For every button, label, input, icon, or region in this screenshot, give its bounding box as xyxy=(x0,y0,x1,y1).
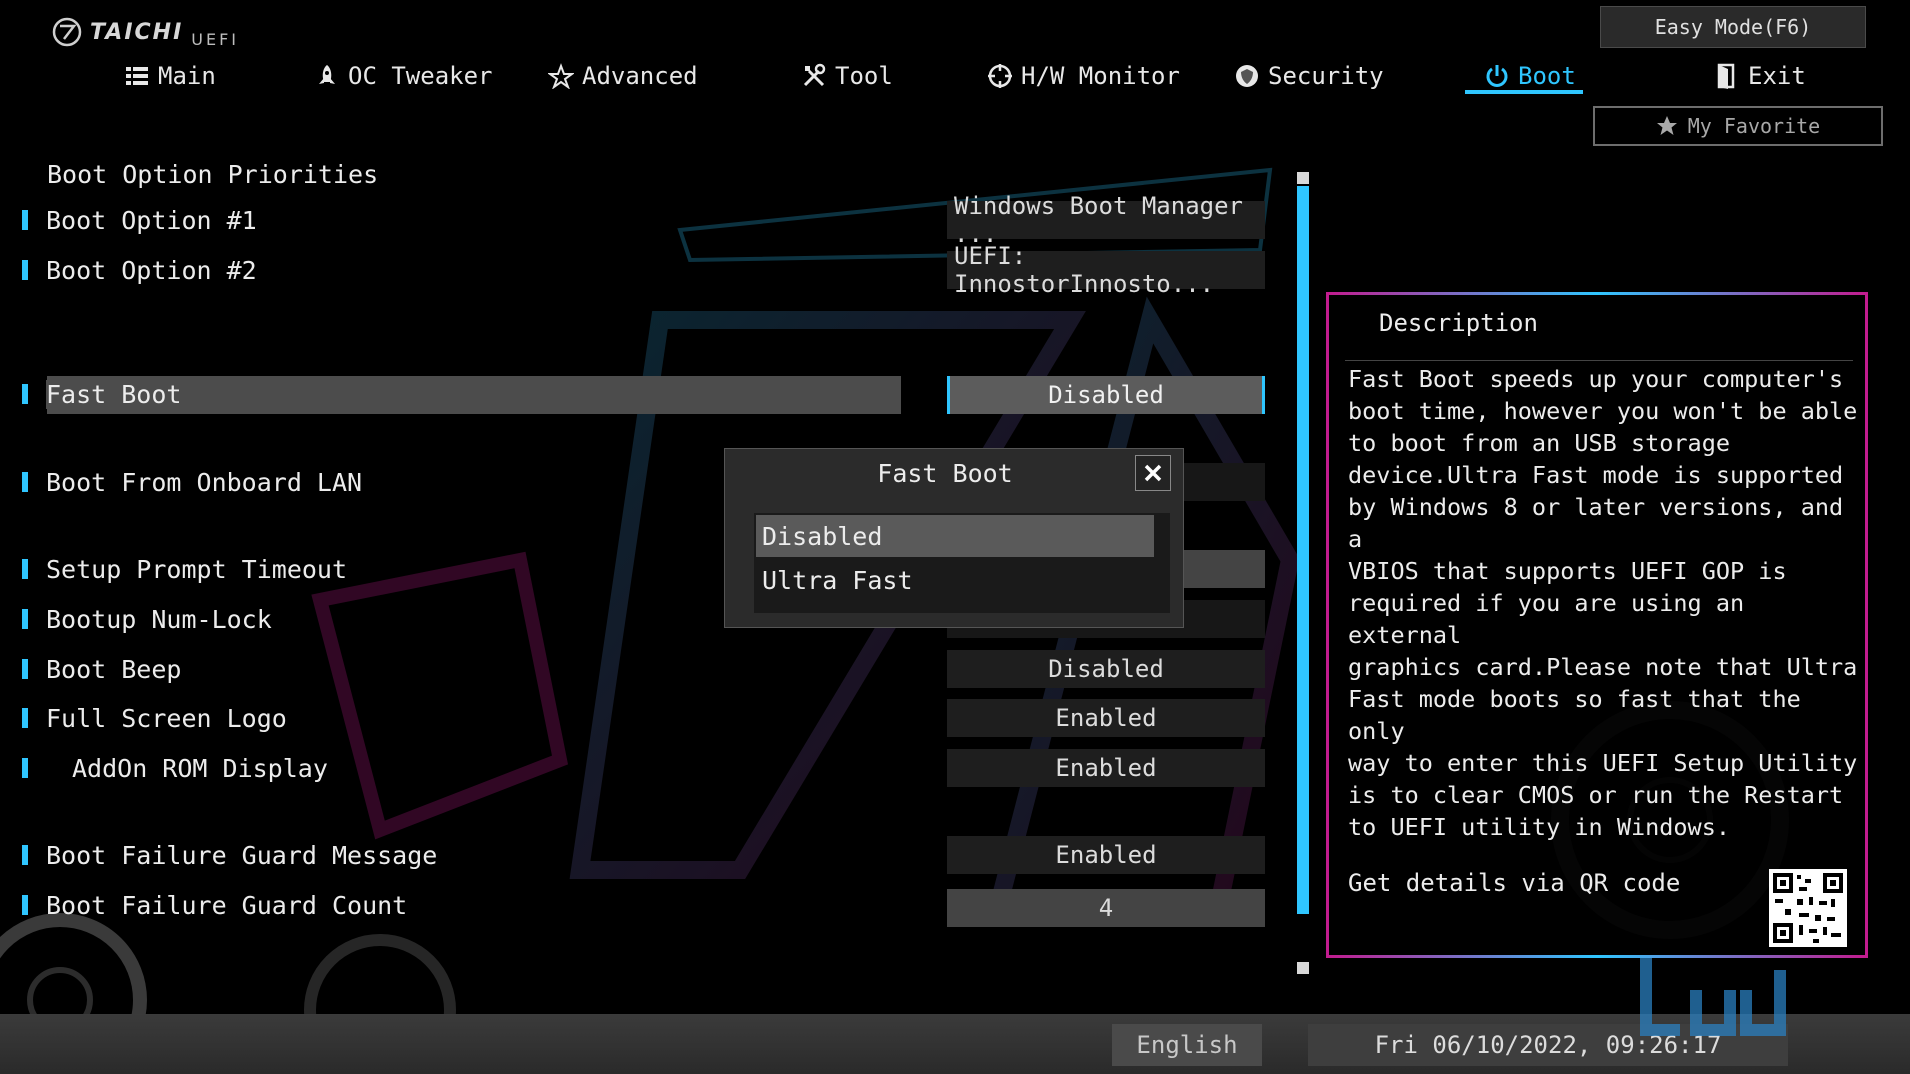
close-icon xyxy=(1144,464,1162,482)
close-button[interactable] xyxy=(1135,455,1171,491)
setting-label: Bootup Num-Lock xyxy=(46,604,272,634)
watermark-logo-icon xyxy=(1640,958,1786,1036)
qr-code-icon xyxy=(1769,869,1847,947)
addon-rom-display-value[interactable]: Enabled xyxy=(947,749,1265,787)
option-disabled[interactable]: Disabled xyxy=(756,515,1154,557)
tab-tool[interactable]: Tool xyxy=(801,56,893,96)
boot-beep-value[interactable]: Disabled xyxy=(947,650,1265,688)
tab-hw-monitor-label: H/W Monitor xyxy=(1021,62,1180,90)
setting-addon-rom-display[interactable]: AddOn ROM Display xyxy=(22,751,328,785)
tab-main[interactable]: Main xyxy=(124,56,216,96)
brand-sub: UEFI xyxy=(191,29,240,49)
option-ultra-fast[interactable]: Ultra Fast xyxy=(756,559,1154,601)
taichi-logo-icon xyxy=(52,17,82,47)
row-marker xyxy=(22,758,28,778)
setting-boot-option-1[interactable]: Boot Option #1 xyxy=(22,203,257,237)
tab-advanced-label: Advanced xyxy=(582,62,698,90)
my-favorite-label: My Favorite xyxy=(1687,114,1821,138)
option-list: Disabled Ultra Fast xyxy=(754,513,1170,613)
list-icon xyxy=(126,67,148,85)
setting-label: Boot Beep xyxy=(46,654,182,684)
easy-mode-button[interactable]: Easy Mode(F6) xyxy=(1600,6,1866,48)
brand-name: TAICHI xyxy=(90,19,184,45)
row-marker xyxy=(22,609,28,629)
boot-option-1-value[interactable]: Windows Boot Manager ... xyxy=(947,192,1265,248)
tab-oc-tweaker-label: OC Tweaker xyxy=(348,62,493,90)
scroll-down-arrow[interactable] xyxy=(1297,962,1309,974)
tab-main-label: Main xyxy=(158,62,216,90)
setting-label: Boot Option #1 xyxy=(46,205,257,235)
tab-exit-label: Exit xyxy=(1748,62,1806,90)
setting-label: Setup Prompt Timeout xyxy=(46,554,348,584)
star-filled-icon xyxy=(1656,116,1677,135)
power-icon xyxy=(1486,65,1508,87)
setting-setup-prompt-timeout[interactable]: Setup Prompt Timeout xyxy=(22,552,347,586)
row-marker xyxy=(22,708,28,728)
setting-boot-from-onboard-lan[interactable]: Boot From Onboard LAN xyxy=(22,465,362,499)
setting-label: Boot Option #2 xyxy=(46,255,257,285)
tab-exit[interactable]: Exit xyxy=(1714,56,1806,96)
tab-advanced[interactable]: Advanced xyxy=(548,56,698,96)
setting-boot-option-2[interactable]: Boot Option #2 xyxy=(22,253,257,287)
dialog-title: Fast Boot xyxy=(877,459,1013,488)
row-marker xyxy=(22,384,28,404)
setting-boot-failure-guard-count[interactable]: Boot Failure Guard Count xyxy=(22,888,407,922)
boot-failure-guard-message-value[interactable]: Enabled xyxy=(947,836,1265,874)
setting-label: AddOn ROM Display xyxy=(72,753,328,783)
setting-full-screen-logo[interactable]: Full Screen Logo xyxy=(22,701,287,735)
fast-boot-value[interactable]: Disabled xyxy=(947,376,1265,414)
description-divider xyxy=(1345,360,1853,361)
setting-bootup-num-lock[interactable]: Bootup Num-Lock xyxy=(22,602,272,636)
setting-label: Boot Failure Guard Count xyxy=(46,890,408,920)
row-marker xyxy=(22,260,28,280)
description-body: Fast Boot speeds up your computer's boot… xyxy=(1348,365,1858,841)
my-favorite-button[interactable]: My Favorite xyxy=(1593,106,1883,146)
active-tab-indicator xyxy=(1465,90,1583,94)
setting-boot-beep[interactable]: Boot Beep xyxy=(22,652,181,686)
row-marker xyxy=(22,845,28,865)
tab-tool-label: Tool xyxy=(835,62,893,90)
brand-logo: TAICHI UEFI xyxy=(52,14,239,50)
setting-label: Boot From Onboard LAN xyxy=(46,467,363,497)
tab-oc-tweaker[interactable]: OC Tweaker xyxy=(314,56,493,96)
section-title: Boot Option Priorities xyxy=(47,160,379,189)
star-icon xyxy=(548,63,574,89)
boot-option-2-value[interactable]: UEFI: InnostorInnosto... xyxy=(947,242,1265,298)
exit-icon xyxy=(1717,63,1735,89)
scrollbar-thumb[interactable] xyxy=(1297,186,1309,914)
tab-hw-monitor[interactable]: H/W Monitor xyxy=(987,56,1180,96)
setting-label: Boot Failure Guard Message xyxy=(46,840,438,870)
description-panel: Description Fast Boot speeds up your com… xyxy=(1326,292,1868,958)
full-screen-logo-value[interactable]: Enabled xyxy=(947,699,1265,737)
scroll-up-arrow[interactable] xyxy=(1297,172,1309,184)
tab-security[interactable]: Security xyxy=(1234,56,1384,96)
rocket-icon xyxy=(319,65,335,84)
setting-label: Fast Boot xyxy=(46,379,182,409)
qr-label: Get details via QR code xyxy=(1348,869,1681,897)
boot-failure-guard-count-value[interactable]: 4 xyxy=(947,889,1265,927)
fast-boot-dialog: Fast Boot Disabled Ultra Fast xyxy=(724,448,1184,628)
row-marker xyxy=(22,559,28,579)
row-marker xyxy=(22,472,28,492)
crosshair-icon xyxy=(988,64,1012,88)
description-title: Description xyxy=(1379,309,1538,337)
row-marker xyxy=(22,210,28,230)
tools-icon xyxy=(803,63,826,87)
setting-boot-failure-guard-message[interactable]: Boot Failure Guard Message xyxy=(22,838,437,872)
tab-security-label: Security xyxy=(1268,62,1384,90)
setting-label: Full Screen Logo xyxy=(46,703,287,733)
row-marker xyxy=(22,895,28,915)
language-selector[interactable]: English xyxy=(1112,1024,1262,1066)
shield-icon xyxy=(1236,65,1258,87)
setting-fast-boot[interactable]: Fast Boot xyxy=(22,377,182,411)
tab-boot-label: Boot xyxy=(1518,62,1576,90)
row-marker xyxy=(22,659,28,679)
